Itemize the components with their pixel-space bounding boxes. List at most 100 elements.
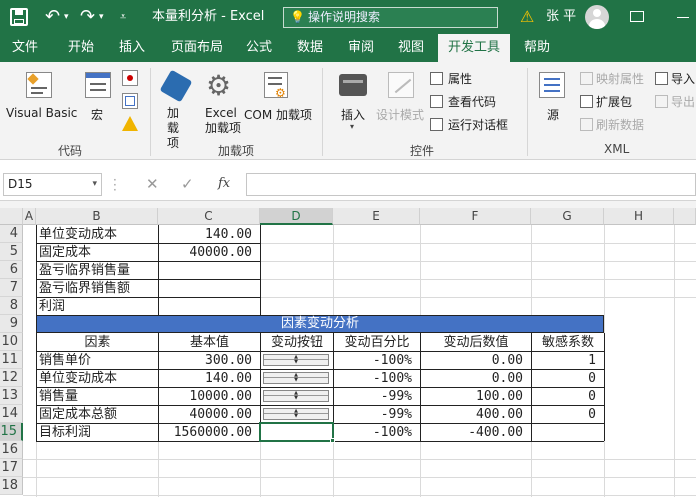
map-properties-button[interactable]: 映射属性 — [580, 70, 650, 88]
macro-security-icon[interactable] — [122, 116, 138, 131]
cell-g13[interactable]: 0 — [532, 388, 604, 405]
column-header-e[interactable]: E — [333, 208, 420, 225]
row-header[interactable]: 12 — [0, 369, 23, 387]
row-header[interactable]: 8 — [0, 297, 23, 315]
tab-review[interactable]: 审阅 — [338, 34, 384, 62]
spin-button-price[interactable]: ▲ ▼ — [263, 354, 329, 366]
spin-down-arrow-icon[interactable]: ▼ — [264, 378, 328, 383]
column-header-g[interactable]: G — [531, 208, 604, 225]
cell-e11[interactable]: -100% — [334, 352, 420, 369]
tab-page-layout[interactable]: 页面布局 — [163, 34, 231, 62]
relative-reference-icon[interactable] — [122, 93, 138, 109]
row-header[interactable]: 15 — [0, 423, 23, 441]
cell-e15[interactable]: -100% — [334, 424, 420, 441]
cell-e14[interactable]: -99% — [334, 406, 420, 423]
column-title-factor[interactable]: 因素 — [37, 334, 158, 351]
expansion-packs-button[interactable]: 扩展包 — [580, 93, 650, 111]
row-header[interactable]: 10 — [0, 333, 23, 351]
row-header[interactable]: 5 — [0, 243, 23, 261]
cell-c4[interactable]: 140.00 — [159, 226, 260, 243]
macros-button[interactable]: 宏 — [80, 68, 116, 128]
row-header[interactable]: 13 — [0, 387, 23, 405]
cancel-icon[interactable]: ✕ — [146, 175, 159, 193]
column-header-h[interactable]: H — [604, 208, 674, 225]
undo-icon[interactable]: ↶ — [45, 0, 60, 34]
tab-formulas[interactable]: 公式 — [236, 34, 282, 62]
addins-button[interactable]: 加载项 — [158, 68, 194, 150]
avatar[interactable] — [585, 5, 609, 29]
refresh-data-button[interactable]: 刷新数据 — [580, 116, 650, 134]
design-mode-button[interactable]: 设计模式 — [376, 68, 428, 128]
cell-g12[interactable]: 0 — [532, 370, 604, 387]
column-header-a[interactable]: A — [23, 208, 36, 225]
tab-developer[interactable]: 开发工具 — [438, 34, 510, 62]
cell-b13[interactable]: 销售量 — [37, 388, 158, 405]
column-header-b[interactable]: B — [36, 208, 158, 225]
tab-help[interactable]: 帮助 — [514, 34, 560, 62]
cell-c15[interactable]: 1560000.00 — [159, 424, 260, 441]
column-title-sensitivity[interactable]: 敏感系数 — [532, 334, 604, 351]
cell-e12[interactable]: -100% — [334, 370, 420, 387]
row-header[interactable]: 17 — [0, 459, 23, 477]
column-title-change-percent[interactable]: 变动百分比 — [334, 334, 420, 351]
row-header[interactable]: 4 — [0, 225, 23, 243]
cell-f13[interactable]: 100.00 — [421, 388, 531, 405]
record-macro-icon[interactable] — [122, 70, 138, 86]
save-icon[interactable] — [10, 8, 28, 26]
customize-toolbar-icon[interactable]: ⩡ — [120, 0, 126, 34]
user-name[interactable]: 张 平 — [546, 0, 576, 34]
minimize-icon[interactable] — [677, 17, 689, 18]
cell-b15[interactable]: 目标利润 — [37, 424, 158, 441]
tab-data[interactable]: 数据 — [287, 34, 333, 62]
spin-down-arrow-icon[interactable]: ▼ — [264, 414, 328, 419]
undo-dropdown-icon[interactable]: ▾ — [64, 0, 69, 34]
export-button[interactable]: 导出 — [655, 93, 696, 111]
cell-f12[interactable]: 0.00 — [421, 370, 531, 387]
column-title-changed-value[interactable]: 变动后数值 — [421, 334, 531, 351]
cell-c13[interactable]: 10000.00 — [159, 388, 260, 405]
row-header[interactable]: 7 — [0, 279, 23, 297]
name-box[interactable]: D15 ▾ — [3, 173, 102, 196]
cell-b8[interactable]: 利润 — [37, 298, 158, 315]
row-header[interactable]: 11 — [0, 351, 23, 369]
tab-file[interactable]: 文件 — [0, 34, 50, 62]
cell-b14[interactable]: 固定成本总额 — [37, 406, 158, 423]
cell-c11[interactable]: 300.00 — [159, 352, 260, 369]
fill-handle[interactable] — [330, 438, 335, 443]
cell-b6[interactable]: 盈亏临界销售量 — [37, 262, 158, 279]
cell-b12[interactable]: 单位变动成本 — [37, 370, 158, 387]
column-header-c[interactable]: C — [158, 208, 260, 225]
cell-c12[interactable]: 140.00 — [159, 370, 260, 387]
spin-button-fixed-cost[interactable]: ▲ ▼ — [263, 408, 329, 420]
cell-g11[interactable]: 1 — [532, 352, 604, 369]
worksheet-grid[interactable]: A B C D E F G H 4 5 6 7 8 9 10 11 12 13 … — [0, 208, 696, 497]
excel-addins-button[interactable]: ⚙ Excel 加载项 — [200, 68, 241, 138]
enter-icon[interactable]: ✓ — [181, 175, 194, 193]
spin-down-arrow-icon[interactable]: ▼ — [264, 396, 328, 401]
select-all-button[interactable] — [0, 208, 23, 225]
run-dialog-button[interactable]: 运行对话框 — [430, 116, 520, 134]
spin-down-arrow-icon[interactable]: ▼ — [264, 360, 328, 365]
formula-bar-dots[interactable]: · · · — [113, 174, 117, 196]
cell-f11[interactable]: 0.00 — [421, 352, 531, 369]
spin-button-unit-cost[interactable]: ▲ ▼ — [263, 372, 329, 384]
cell-b11[interactable]: 销售单价 — [37, 352, 158, 369]
cell-b5[interactable]: 固定成本 — [37, 244, 158, 261]
com-addins-button[interactable]: ⚙ COM 加载项 — [244, 68, 314, 128]
search-box[interactable]: 💡 操作说明搜索 — [283, 7, 498, 28]
formula-input[interactable] — [246, 173, 696, 196]
row-header[interactable]: 9 — [0, 315, 23, 333]
column-header-d[interactable]: D — [260, 208, 333, 225]
cell-g14[interactable]: 0 — [532, 406, 604, 423]
cell-b4[interactable]: 单位变动成本 — [37, 226, 158, 243]
column-header-f[interactable]: F — [420, 208, 531, 225]
tab-insert[interactable]: 插入 — [108, 34, 156, 62]
cell-f14[interactable]: 400.00 — [421, 406, 531, 423]
ribbon-display-options-icon[interactable] — [630, 11, 644, 22]
tab-view[interactable]: 视图 — [388, 34, 434, 62]
insert-control-button[interactable]: 插入 ▾ — [333, 68, 373, 138]
spin-button-volume[interactable]: ▲ ▼ — [263, 390, 329, 402]
row-header[interactable]: 18 — [0, 477, 23, 495]
redo-dropdown-icon[interactable]: ▾ — [99, 0, 104, 34]
tab-home[interactable]: 开始 — [56, 34, 106, 62]
